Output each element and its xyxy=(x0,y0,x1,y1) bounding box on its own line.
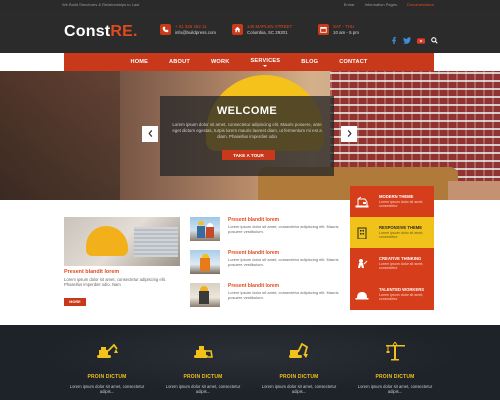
feature-item[interactable]: MODERN THEME Lorem ipsum dolor sit amet,… xyxy=(350,186,434,217)
digger-icon xyxy=(254,340,344,362)
feature-item[interactable]: TALENTED WORKERS Lorem ipsum dolor sit a… xyxy=(350,279,434,310)
nav-home[interactable]: HOME xyxy=(130,59,148,65)
crane-icon xyxy=(350,186,374,217)
service-item[interactable]: PROIN DICTUM Lorem ipsum dolor sit amet,… xyxy=(62,340,152,395)
building-icon xyxy=(350,217,374,248)
news-text: Lorem ipsum dolor sit amet, consectetur … xyxy=(228,224,339,235)
news-item: Present blandit lorem Lorem ipsum dolor … xyxy=(190,217,340,243)
top-links: Entrar Information Pages Documentation xyxy=(344,2,434,7)
take-a-tour-button[interactable]: TAKE A TOUR xyxy=(222,150,275,160)
site-logo[interactable]: ConstRE. xyxy=(64,23,138,41)
hero-arm-image xyxy=(448,181,500,200)
chevron-right-icon xyxy=(347,129,352,139)
nav-services[interactable]: SERVICES xyxy=(250,58,280,67)
tower-crane-icon xyxy=(350,340,440,362)
news-thumbnail[interactable] xyxy=(190,250,220,274)
tagline: We Build Structures & Relationships to L… xyxy=(62,2,140,7)
social-links xyxy=(391,37,438,44)
contact-hours: SAT - THU 10 am - 5 pm xyxy=(318,24,359,35)
features-panel: MODERN THEME Lorem ipsum dolor sit amet,… xyxy=(350,186,434,310)
main-article-title[interactable]: Present blandit lorem xyxy=(64,269,119,275)
twitter-icon[interactable] xyxy=(403,37,411,44)
nav-blog[interactable]: BLOG xyxy=(301,59,318,65)
feature-item[interactable]: CREATIVE THINKING Lorem ipsum dolor sit … xyxy=(350,248,434,279)
service-item[interactable]: PROIN DICTUM Lorem ipsum dolor sit amet,… xyxy=(254,340,344,395)
calendar-icon xyxy=(318,24,329,35)
main-article-text: Lorem ipsum dolor sit amet, consectetur … xyxy=(64,277,166,288)
excavator-icon xyxy=(62,340,152,362)
helmet-icon xyxy=(350,279,374,310)
main-article-image[interactable] xyxy=(64,217,180,266)
service-item[interactable]: PROIN DICTUM Lorem ipsum dolor sit amet,… xyxy=(350,340,440,395)
feature-item[interactable]: RESPONSIVE THEME Lorem ipsum dolor sit a… xyxy=(350,217,434,248)
bulldozer-icon xyxy=(158,340,248,362)
nav-work[interactable]: WORK xyxy=(211,59,230,65)
chevron-left-icon xyxy=(147,129,153,139)
contact-phone: + 01 326 452 11 info@buildpress.com xyxy=(160,24,216,35)
youtube-icon[interactable] xyxy=(417,37,425,44)
news-title[interactable]: Present blandit lorem xyxy=(228,283,279,289)
site-header: ConstRE. + 01 326 452 11 info@buildpress.… xyxy=(0,10,500,53)
slider-prev-button[interactable] xyxy=(142,126,158,142)
nav-about[interactable]: ABOUT xyxy=(169,59,190,65)
news-thumbnail[interactable] xyxy=(190,217,220,241)
phone-icon xyxy=(160,24,171,35)
slider-next-button[interactable] xyxy=(341,126,357,142)
top-link-documentation[interactable]: Documentation xyxy=(407,2,434,7)
news-title[interactable]: Present blandit lorem xyxy=(228,217,279,223)
welcome-title: WELCOME xyxy=(216,105,278,117)
service-item[interactable]: PROIN DICTUM Lorem ipsum dolor sit amet,… xyxy=(158,340,248,395)
contact-address: 140 MAPLEN STREET Columbia, SC 29201 xyxy=(232,24,292,35)
news-text: Lorem ipsum dolor sit amet, consectetur … xyxy=(228,290,339,301)
hero-background xyxy=(0,71,120,200)
news-thumbnail[interactable] xyxy=(190,283,220,307)
news-title[interactable]: Present blandit lorem xyxy=(228,250,279,256)
top-link-information-pages[interactable]: Information Pages xyxy=(365,2,397,7)
top-bar: We Build Structures & Relationships to L… xyxy=(0,0,500,10)
welcome-text: Lorem ipsum dolor sit amet, consectetur … xyxy=(172,122,322,139)
news-text: Lorem ipsum dolor sit amet, consectetur … xyxy=(228,257,339,268)
news-item: Present blandit lorem Lorem ipsum dolor … xyxy=(190,283,340,309)
main-nav: HOME ABOUT WORK SERVICES BLOG CONTACT xyxy=(64,53,434,71)
home-icon xyxy=(232,24,243,35)
search-icon[interactable] xyxy=(431,37,438,44)
nav-contact[interactable]: CONTACT xyxy=(339,59,367,65)
welcome-box: WELCOME Lorem ipsum dolor sit amet, cons… xyxy=(160,96,334,176)
worker-icon xyxy=(350,248,374,279)
top-link-entrar[interactable]: Entrar xyxy=(344,2,355,7)
more-button[interactable]: MORE xyxy=(64,298,86,306)
news-item: Present blandit lorem Lorem ipsum dolor … xyxy=(190,250,340,276)
facebook-icon[interactable] xyxy=(391,37,397,44)
